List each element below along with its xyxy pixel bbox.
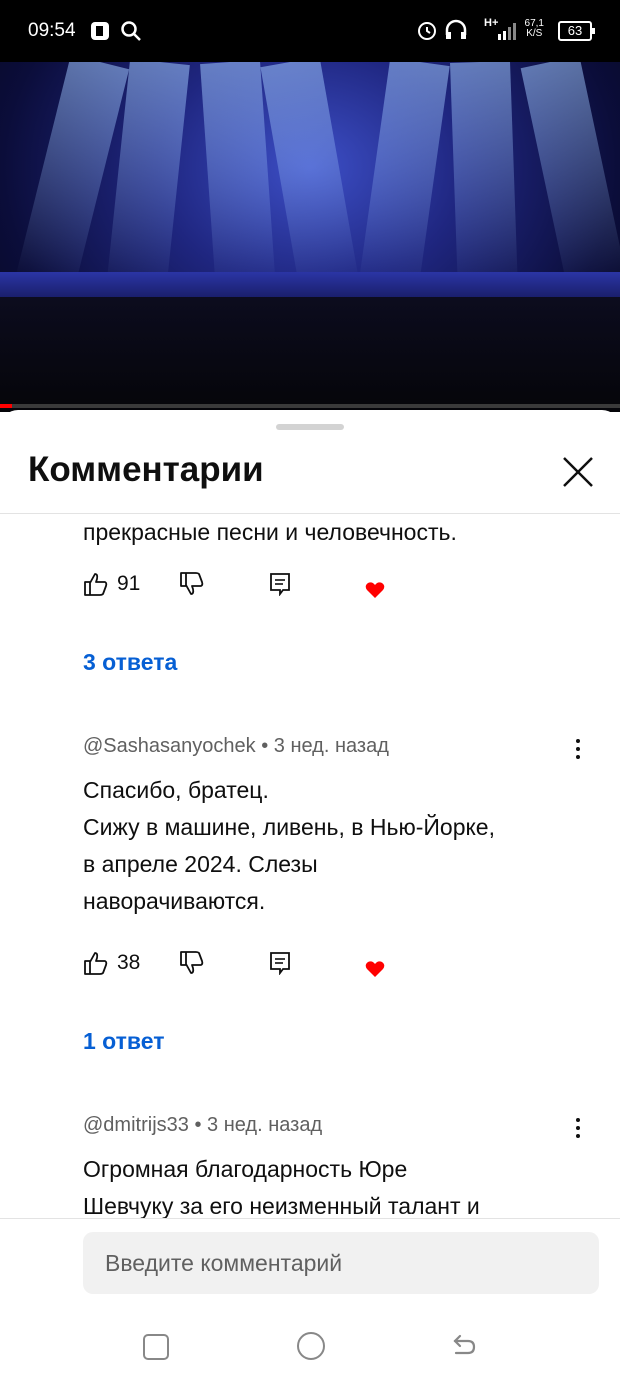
- comment-text-line: наворачиваются.: [83, 888, 266, 914]
- dislike-icon[interactable]: [179, 571, 205, 597]
- video-progress-bar[interactable]: [0, 404, 620, 408]
- network-speed: 67,1 K/S: [524, 18, 544, 39]
- search-status-icon: [121, 21, 141, 41]
- home-button[interactable]: [297, 1332, 325, 1360]
- app-notification-icon: [91, 22, 109, 40]
- reply-icon[interactable]: [269, 951, 291, 975]
- like-count: 91: [117, 572, 141, 595]
- comment-text-line: прекрасные песни и человечность.: [83, 519, 457, 545]
- replies-toggle[interactable]: 3 ответа: [83, 649, 177, 676]
- comment-text-line: Спасибо, братец.: [83, 777, 269, 803]
- sheet-title: Комментарии: [28, 450, 264, 489]
- comment-author[interactable]: @dmitrijs33: [83, 1114, 189, 1136]
- back-button[interactable]: [450, 1330, 478, 1360]
- video-player[interactable]: [0, 62, 620, 412]
- drag-handle[interactable]: [276, 424, 344, 430]
- heart-icon: [365, 582, 385, 598]
- heart-icon: [365, 961, 385, 977]
- like-count: 38: [117, 951, 141, 974]
- like-icon[interactable]: [83, 571, 109, 597]
- signal-icon: [498, 23, 516, 40]
- reply-icon[interactable]: [269, 572, 291, 596]
- comment-time: 3 нед. назад: [207, 1114, 323, 1136]
- comment-text-line: Шевчуку за его неизменный талант и: [83, 1193, 480, 1219]
- battery-indicator: 63: [558, 21, 595, 41]
- comment-author[interactable]: @Sashasanyochek: [83, 735, 256, 757]
- close-icon[interactable]: [560, 454, 596, 490]
- recent-apps-button[interactable]: [143, 1334, 169, 1360]
- comment-meta: @dmitrijs33 • 3 нед. назад: [83, 1114, 323, 1136]
- input-divider: [0, 1218, 620, 1219]
- comments-list[interactable]: прекрасные песни и человечность. 91 3 от…: [0, 514, 620, 1220]
- comment-meta: @Sashasanyochek • 3 нед. назад: [83, 735, 389, 757]
- more-icon[interactable]: [568, 736, 588, 766]
- alarm-icon: [418, 22, 436, 40]
- headphones-icon: [445, 19, 467, 39]
- comment-text-line: в апреле 2024. Слезы: [83, 851, 318, 877]
- comment-time: 3 нед. назад: [273, 735, 389, 757]
- more-icon[interactable]: [568, 1115, 588, 1145]
- status-time: 09:54: [28, 20, 76, 41]
- comment-text-line: Огромная благодарность Юре: [83, 1156, 408, 1182]
- comment-input[interactable]: Введите комментарий: [83, 1232, 599, 1294]
- status-bar: 09:54 H+ 67,1 K/S 63: [0, 0, 620, 62]
- comments-sheet: Комментарии прекрасные песни и человечно…: [0, 410, 620, 1387]
- comment-actions: 91: [83, 571, 413, 601]
- like-icon[interactable]: [83, 950, 109, 976]
- video-progress-fill: [0, 404, 13, 408]
- replies-toggle[interactable]: 1 ответ: [83, 1028, 165, 1055]
- dislike-icon[interactable]: [179, 950, 205, 976]
- comment-text-line: Сижу в машине, ливень, в Нью-Йорке,: [83, 814, 495, 840]
- comment-actions: 38: [83, 950, 413, 980]
